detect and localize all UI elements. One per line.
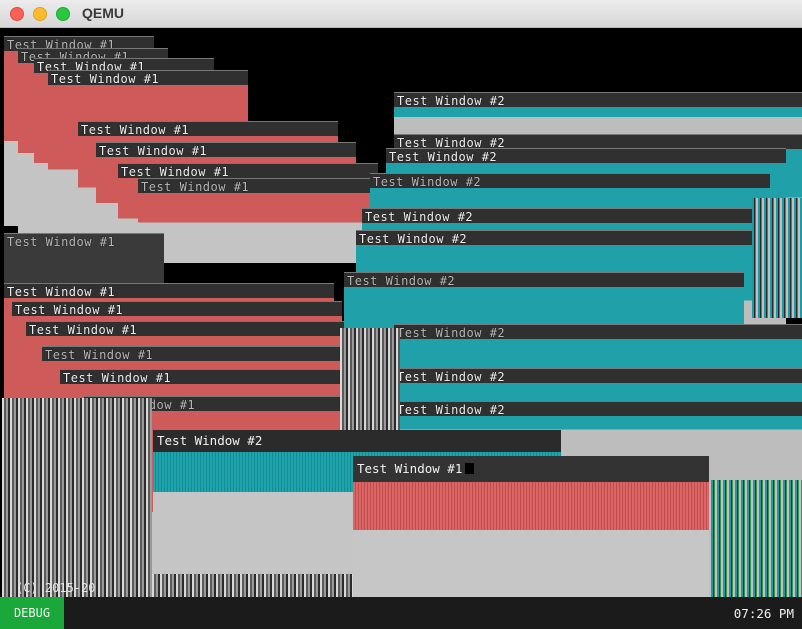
ghost-window-title: Test Window #1	[141, 180, 250, 194]
smear-stripes	[2, 398, 152, 597]
window-titlebar-1[interactable]: Test Window #1	[353, 456, 709, 482]
test-window-1[interactable]: Test Window #1	[353, 456, 709, 608]
window-title: Test Window #2	[157, 433, 263, 448]
ghost-window-title: Test Window #1	[45, 348, 154, 362]
ghost-window-title: Test Window #1	[7, 235, 116, 249]
ghost-window-title: Test Window #2	[389, 150, 498, 164]
ghost-window-title: Test Window #1	[7, 285, 116, 299]
window-body-accent	[353, 482, 709, 530]
ghost-window-title: Test Window #1	[121, 165, 230, 179]
ghost-window-title: Test Window #2	[397, 94, 506, 108]
close-window-button[interactable]	[10, 7, 24, 21]
smear-stripes	[705, 480, 802, 597]
ghost-window-title: Test Window #1	[15, 303, 124, 317]
window-titlebar-2[interactable]: Test Window #2	[153, 430, 561, 452]
copyright-text: (C) 2015-20	[16, 581, 96, 595]
mouse-cursor-icon	[465, 463, 475, 474]
ghost-window-title: Test Window #1	[63, 371, 172, 385]
smear-stripes	[152, 574, 356, 597]
ghost-window-title: Test Window #2	[359, 232, 468, 246]
ghost-window-title: Test Window #2	[397, 326, 506, 340]
ghost-window-title: Test Window #1	[51, 72, 160, 86]
smear-stripes	[752, 198, 802, 318]
minimize-window-button[interactable]	[33, 7, 47, 21]
maximize-window-button[interactable]	[56, 7, 70, 21]
ghost-window-title: Test Window #2	[347, 274, 456, 288]
ghost-window-title: Test Window #1	[81, 123, 190, 137]
window-titlebar: QEMU	[0, 0, 802, 28]
ghost-window-title: Test Window #1	[99, 144, 208, 158]
window-title: Test Window #1	[357, 461, 463, 476]
ghost-window-title: Test Window #2	[373, 175, 482, 189]
app-title: QEMU	[82, 5, 124, 21]
taskbar-clock: 07:26 PM	[733, 606, 794, 621]
ghost-window-title: Test Window #1	[29, 323, 138, 337]
guest-screen: Test Window #1 Test Window #1 Test Windo…	[0, 28, 802, 629]
ghost-window-title: Test Window #2	[397, 403, 506, 417]
debug-button[interactable]: DEBUG	[0, 597, 64, 629]
ghost-window-title: Test Window #2	[397, 370, 506, 384]
taskbar: DEBUG 07:26 PM	[0, 597, 802, 629]
ghost-window-1: Test Window #1	[138, 178, 378, 258]
qemu-window: QEMU Test Window #1 Test Window #1 Test …	[0, 0, 802, 629]
ghost-window-title: Test Window #2	[365, 210, 474, 224]
